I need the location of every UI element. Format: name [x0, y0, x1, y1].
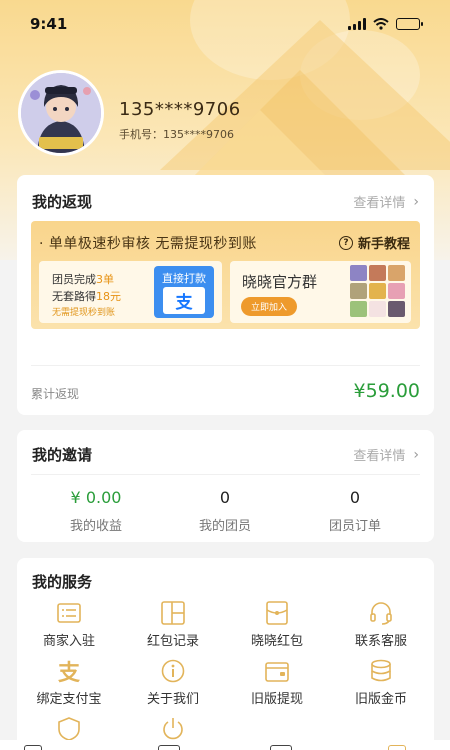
headset-icon: [368, 600, 394, 626]
chevron-right-icon: ›: [413, 193, 419, 210]
service-label: 晓晓红包: [250, 634, 303, 649]
services-title: 我的服务: [32, 573, 93, 591]
group-title: 晓晓官方群: [242, 273, 318, 291]
info-icon: [160, 658, 186, 684]
total-cashback-value: ¥59.00: [353, 380, 420, 402]
status-time: 9:41: [30, 15, 68, 33]
cashback-card: 我的返现 查看详情 › · 单单极速秒审核 无需提现秒到账 ? 新手教程 团员完…: [17, 175, 434, 415]
service-legacy-coins[interactable]: 旧版金币: [329, 658, 433, 707]
stat-value: 0: [219, 488, 231, 507]
total-cashback-label: 累计返现: [31, 387, 80, 401]
cashback-details-link[interactable]: 查看详情 ›: [353, 192, 419, 212]
promo-line-2: 无套路得18元: [52, 290, 121, 303]
service-label: 红包记录: [146, 634, 199, 649]
phone-label: 手机号：135****9706: [119, 128, 234, 141]
tab-bar: [0, 740, 450, 750]
tab-profile-icon[interactable]: [388, 745, 406, 750]
status-icons: [348, 18, 423, 30]
divider: [31, 474, 420, 475]
stat-value: ¥ 0.00: [70, 488, 122, 507]
power-icon: [160, 716, 186, 742]
service-logout[interactable]: [121, 716, 225, 742]
service-merchant-join[interactable]: 商家入驻: [17, 600, 121, 649]
cashback-details-label: 查看详情: [353, 196, 406, 211]
service-legacy-withdraw[interactable]: 旧版提现: [225, 658, 329, 707]
stat-label: 团员订单: [328, 519, 381, 534]
invite-details-label: 查看详情: [353, 449, 406, 464]
direct-pay-button[interactable]: 直接打款 支: [154, 266, 214, 318]
red-packet-icon: [264, 600, 290, 626]
coins-icon: [368, 658, 394, 684]
signal-icon: [348, 18, 366, 30]
tab-home-icon[interactable]: [24, 745, 42, 750]
join-group-button[interactable]: 立即加入: [241, 297, 298, 316]
service-label: 关于我们: [146, 692, 199, 707]
alipay-icon: 支: [57, 661, 80, 686]
chevron-right-icon: ›: [413, 446, 419, 463]
phone-number: 135****9706: [119, 99, 241, 120]
service-label: 旧版金币: [354, 692, 407, 707]
invite-title: 我的邀请: [32, 446, 93, 464]
tab-orders-icon[interactable]: [158, 745, 180, 750]
cashback-title: 我的返现: [32, 193, 93, 211]
tutorial-label: 新手教程: [357, 237, 410, 252]
service-label: 旧版提现: [250, 692, 303, 707]
tab-messages-icon[interactable]: [270, 745, 292, 750]
service-customer-support[interactable]: 联系客服: [329, 600, 433, 649]
team-reward-promo[interactable]: 团员完成3单 无套路得18元 无需提现秒到账 直接打款 支: [39, 261, 222, 323]
battery-icon: [396, 18, 423, 30]
tutorial-link[interactable]: ? 新手教程: [338, 233, 410, 252]
question-icon: ?: [338, 235, 353, 250]
direct-pay-label: 直接打款: [162, 272, 206, 285]
service-about-us[interactable]: 关于我们: [121, 658, 225, 707]
stat-earnings[interactable]: ¥ 0.00 我的收益: [31, 488, 161, 534]
wifi-icon: [373, 18, 389, 30]
divider: [31, 365, 420, 366]
promo-banner[interactable]: · 单单极速秒审核 无需提现秒到账 ? 新手教程 团员完成3单 无套路得18元 …: [31, 221, 420, 329]
shield-icon: [56, 716, 82, 742]
stat-value: 0: [349, 488, 361, 507]
grid-icon: [160, 600, 186, 626]
invite-details-link[interactable]: 查看详情 ›: [353, 445, 419, 465]
alipay-icon: 支: [163, 287, 205, 314]
services-card: 我的服务 商家入驻 红包记录 晓晓红包 联系客服 支 绑定支付宝 关于我们 旧版…: [17, 558, 434, 750]
stat-label: 我的团员: [198, 519, 251, 534]
promo-line-1: 团员完成3单: [52, 273, 114, 286]
wallet-icon: [264, 658, 290, 684]
banner-headline: · 单单极速秒审核 无需提现秒到账: [39, 236, 257, 252]
official-group-promo[interactable]: 晓晓官方群 立即加入: [230, 261, 411, 323]
avatar[interactable]: [18, 70, 104, 156]
status-bar: 9:41: [0, 0, 450, 48]
service-label: 联系客服: [354, 634, 407, 649]
promo-line-3: 无需提现秒到账: [52, 308, 116, 318]
store-list-icon: [56, 600, 82, 626]
service-packet-records[interactable]: 红包记录: [121, 600, 225, 649]
invite-card: 我的邀请 查看详情 › ¥ 0.00 我的收益 0 我的团员 0 团员订单: [17, 430, 434, 542]
service-label: 绑定支付宝: [36, 692, 102, 707]
stat-team-orders[interactable]: 0 团员订单: [290, 488, 420, 534]
service-red-packet[interactable]: 晓晓红包: [225, 600, 329, 649]
service-shield[interactable]: [17, 716, 121, 742]
stat-label: 我的收益: [69, 519, 122, 534]
service-label: 商家入驻: [42, 634, 95, 649]
group-member-avatars: [350, 265, 405, 317]
stat-team-members[interactable]: 0 我的团员: [160, 488, 290, 534]
service-bind-alipay[interactable]: 支 绑定支付宝: [17, 658, 121, 707]
